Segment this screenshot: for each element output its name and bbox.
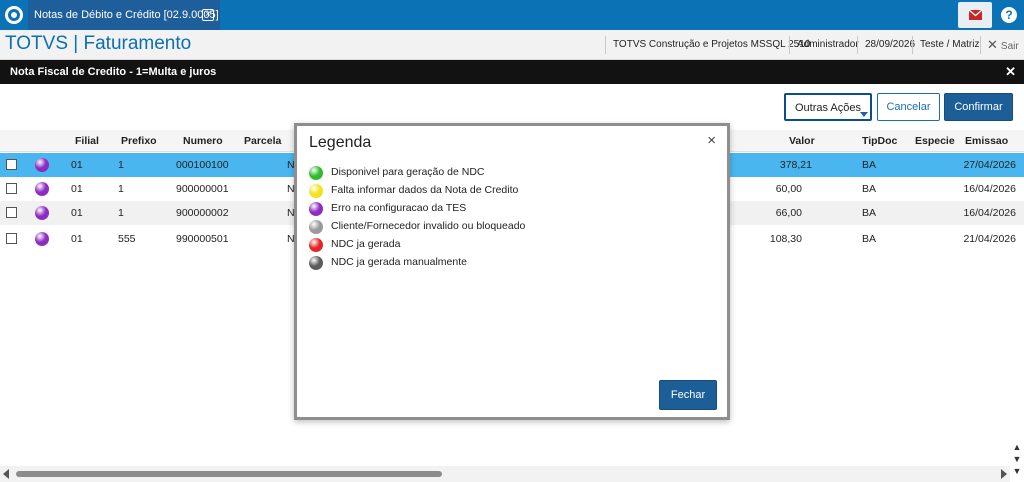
close-icon[interactable]: ×	[707, 132, 716, 149]
cell-valor: 378,21	[779, 159, 812, 171]
company-label[interactable]: TOTVS Construção e Projetos MSSQL 2510	[605, 36, 817, 54]
status-icon	[35, 206, 49, 220]
legend-label: Falta informar dados da Nota de Credito	[331, 184, 519, 196]
cell-emissao: 16/04/2026	[963, 207, 1016, 219]
legend-label: Disponivel para geração de NDC	[331, 166, 485, 178]
arrow-right-icon[interactable]	[1001, 469, 1007, 479]
cell-tipdoc: BA	[862, 233, 877, 245]
tab-title: Notas de Débito e Crédito [02.9.0005]	[34, 9, 219, 21]
other-actions-button[interactable]: Outras Ações	[784, 93, 872, 121]
cell-valor: 60,00	[775, 183, 802, 195]
cell-tipdoc: BA	[862, 207, 877, 219]
legend-label: NDC ja gerada	[331, 238, 401, 250]
cell-numero: 900000002	[176, 207, 229, 219]
row-checkbox[interactable]	[6, 233, 17, 244]
app-header: TOTVS | Faturamento TOTVS Construção e P…	[0, 30, 1024, 60]
status-purple-icon	[309, 202, 323, 216]
cell-numero: 900000001	[176, 183, 229, 195]
status-green-icon	[309, 166, 323, 180]
close-icon: ✕	[987, 37, 998, 52]
arrow-down-icon[interactable]: ▼	[1011, 454, 1023, 464]
cell-emissao: 27/04/2026	[963, 159, 1016, 171]
legend-label: Cliente/Fornecedor invalido ou bloqueado	[331, 220, 526, 232]
cell-filial: 01	[71, 183, 83, 195]
scrollbar-thumb[interactable]	[16, 471, 442, 477]
cell-filial: 01	[71, 233, 83, 245]
status-icon	[35, 158, 49, 172]
status-red-icon	[309, 238, 323, 252]
cell-filial: 01	[71, 159, 83, 171]
row-checkbox[interactable]	[6, 183, 17, 194]
confirm-button[interactable]: Confirmar	[944, 93, 1013, 121]
column-header[interactable]: Prefixo	[121, 135, 157, 147]
status-dark-gray-icon	[309, 256, 323, 270]
cell-numero: 000100100	[176, 159, 229, 171]
status-gray-icon	[309, 220, 323, 234]
column-header[interactable]: Parcela	[244, 135, 281, 147]
row-checkbox[interactable]	[6, 159, 17, 170]
exit-label: Sair	[1000, 41, 1019, 52]
cell-filial: 01	[71, 207, 83, 219]
close-icon[interactable]: ✕	[1005, 60, 1016, 84]
user-label[interactable]: Administrador	[789, 36, 866, 54]
status-yellow-icon	[309, 184, 323, 198]
other-actions-label: Outras Ações	[794, 102, 862, 114]
help-icon: ?	[1001, 7, 1017, 23]
status-icon	[35, 232, 49, 246]
cell-prefixo: 555	[118, 233, 136, 245]
cell-prefixo: 1	[118, 183, 124, 195]
dialog-title-bar: Nota Fiscal de Credito - 1=Multa e juros…	[0, 60, 1024, 84]
cell-tipdoc: BA	[862, 183, 877, 195]
vertical-scroll-buttons: ▲ ▼ ▼	[1010, 440, 1024, 482]
cell-valor: 108,30	[769, 233, 802, 245]
column-header[interactable]: TipDoc	[862, 135, 897, 147]
cell-valor: 66,00	[775, 207, 802, 219]
legend-modal: Legenda × Disponivel para geração de NDC…	[294, 123, 730, 420]
column-header[interactable]: Filial	[75, 135, 99, 147]
brand-title: TOTVS | Faturamento	[5, 33, 192, 54]
legend-label: Erro na configuracao da TES	[331, 202, 467, 214]
horizontal-scrollbar[interactable]	[0, 466, 1010, 482]
mail-icon	[968, 9, 983, 20]
cell-prefixo: 1	[118, 207, 124, 219]
tab-notas-debito-credito[interactable]: Notas de Débito e Crédito [02.9.0005] ×	[28, 0, 220, 30]
cell-numero: 990000501	[176, 233, 229, 245]
branch-label[interactable]: Teste / Matriz	[912, 36, 986, 54]
column-header[interactable]: Valor	[789, 135, 815, 147]
arrow-left-icon[interactable]	[3, 469, 9, 479]
row-checkbox[interactable]	[6, 207, 17, 218]
cell-emissao: 21/04/2026	[963, 233, 1016, 245]
legend-title: Legenda	[309, 134, 372, 151]
close-icon[interactable]: ×	[202, 9, 214, 21]
dialog-title: Nota Fiscal de Credito - 1=Multa e juros	[10, 66, 217, 78]
arrow-up-icon[interactable]: ▲	[1011, 442, 1023, 452]
column-header[interactable]: Emissao	[965, 135, 1008, 147]
cell-prefixo: 1	[118, 159, 124, 171]
exit-button[interactable]: ✕ Sair	[980, 36, 1024, 54]
totvs-logo-icon[interactable]	[4, 5, 24, 25]
status-icon	[35, 182, 49, 196]
cell-tipdoc: BA	[862, 159, 877, 171]
cancel-button[interactable]: Cancelar	[877, 93, 940, 121]
top-bar: Notas de Débito e Crédito [02.9.0005] × …	[0, 0, 1024, 30]
column-header[interactable]: Numero	[183, 135, 223, 147]
svg-text:?: ?	[1005, 8, 1012, 22]
mail-button[interactable]	[958, 2, 992, 28]
close-button[interactable]: Fechar	[659, 380, 717, 410]
chevron-down-icon	[860, 112, 868, 117]
help-button[interactable]: ?	[996, 2, 1022, 28]
arrow-down-icon[interactable]: ▼	[1011, 466, 1023, 476]
cell-emissao: 16/04/2026	[963, 183, 1016, 195]
column-header[interactable]: Especie	[915, 135, 955, 147]
legend-label: NDC ja gerada manualmente	[331, 256, 467, 268]
